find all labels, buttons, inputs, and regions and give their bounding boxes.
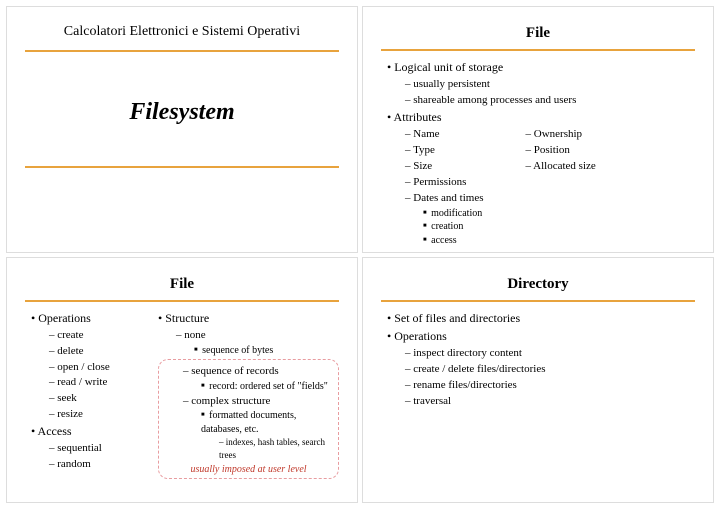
bullet: Operations <box>31 310 138 326</box>
sub-bullet: create / delete files/directories <box>405 362 695 377</box>
bullet: Access <box>31 423 138 439</box>
sub-bullet: usually persistent <box>405 77 695 92</box>
sub-sub-bullet: modification <box>423 207 484 221</box>
sub-sub-bullet: record: ordered set of "fields" <box>201 380 332 394</box>
slide-title-text: Directory <box>381 268 695 298</box>
sub-bullet: Position <box>526 143 596 158</box>
slide-file-ops: File Operations create delete open / clo… <box>6 257 358 504</box>
sub-bullet: Ownership <box>526 127 596 142</box>
callout-note: usually imposed at user level <box>165 461 332 477</box>
slide-file-def: File Logical unit of storage usually per… <box>362 6 714 253</box>
sub-sub-bullet: sequence of bytes <box>194 344 339 358</box>
sub-sub-bullet: access <box>423 234 484 248</box>
sub-bullet: read / write <box>49 375 138 390</box>
sub-bullet: seek <box>49 391 138 406</box>
course-name: Calcolatori Elettronici e Sistemi Operat… <box>25 17 339 48</box>
sub-bullet: inspect directory content <box>405 346 695 361</box>
slide-title-text: File <box>25 268 339 298</box>
sub-bullet: rename files/directories <box>405 378 695 393</box>
slide-title-text: File <box>381 17 695 47</box>
sub-bullet: traversal <box>405 394 695 409</box>
bullet: Set of files and directories <box>387 310 695 326</box>
lecture-title: Filesystem <box>25 60 339 164</box>
sub-bullet: create <box>49 328 138 343</box>
sub-bullet: Permissions <box>405 175 484 190</box>
sub-bullet: none <box>176 328 339 343</box>
divider <box>381 49 695 51</box>
bullet: Logical unit of storage <box>387 59 695 75</box>
divider <box>25 166 339 168</box>
sub-bullet: sequence of records <box>183 364 332 379</box>
sub-bullet: resize <box>49 407 138 422</box>
sub-sub-bullet: creation <box>423 220 484 234</box>
sub-bullet: complex structure <box>183 394 332 409</box>
sub-bullet: Allocated size <box>526 159 596 174</box>
sub-bullet: Dates and times <box>405 191 484 206</box>
sub-bullet: Size <box>405 159 484 174</box>
callout-box: sequence of records record: ordered set … <box>158 359 339 479</box>
sub-bullet: open / close <box>49 360 138 375</box>
divider <box>381 300 695 302</box>
sub-bullet: delete <box>49 344 138 359</box>
slide-title: Calcolatori Elettronici e Sistemi Operat… <box>6 6 358 253</box>
bullet: Attributes <box>387 109 695 125</box>
divider <box>25 50 339 52</box>
sub-bullet: sequential <box>49 441 138 456</box>
sub-sub-sub-bullet: indexes, hash tables, search trees <box>219 436 332 460</box>
bullet: Operations <box>387 328 695 344</box>
sub-sub-bullet: formatted documents, databases, etc. <box>201 409 332 436</box>
bullet: Structure <box>158 310 339 326</box>
sub-bullet: shareable among processes and users <box>405 93 695 108</box>
sub-bullet: random <box>49 457 138 472</box>
divider <box>25 300 339 302</box>
sub-bullet: Name <box>405 127 484 142</box>
sub-bullet: Type <box>405 143 484 158</box>
slide-directory: Directory Set of files and directories O… <box>362 257 714 504</box>
